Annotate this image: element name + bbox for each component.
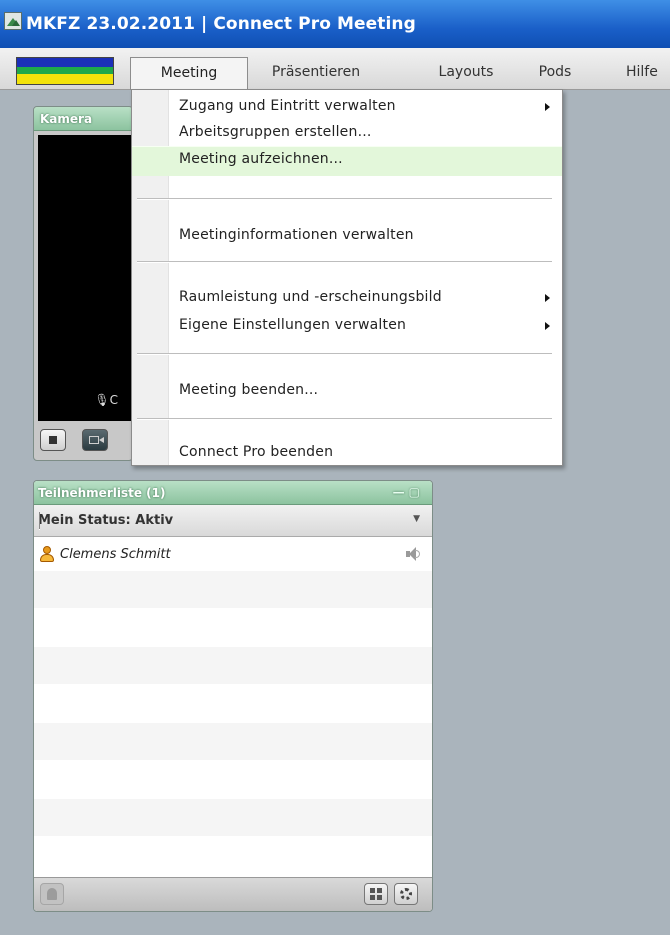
- submenu-arrow-icon: [545, 322, 550, 330]
- list-row: [34, 799, 432, 837]
- list-row: [34, 837, 432, 875]
- menu-praesentieren[interactable]: Präsentieren: [258, 57, 374, 90]
- view-options-button[interactable]: [364, 883, 388, 905]
- participant-name: Clemens Schmitt: [60, 547, 171, 562]
- grid-icon: [370, 888, 382, 900]
- pod-window-controls[interactable]: —▢: [393, 485, 424, 499]
- participants-pod-header: Teilnehmerliste (1) —▢: [34, 481, 432, 505]
- menu-item-label: Meeting aufzeichnen...: [179, 151, 343, 167]
- pod-options-button[interactable]: [394, 883, 418, 905]
- menu-item-label: Arbeitsgruppen erstellen...: [179, 124, 372, 140]
- menu-layouts[interactable]: Layouts: [428, 57, 504, 90]
- menu-separator: [137, 198, 552, 200]
- list-row: [34, 761, 432, 799]
- camera-pod-title: Kamera: [34, 107, 132, 131]
- my-status-dropdown[interactable]: Mein Status: Aktiv ▼: [34, 505, 432, 537]
- list-row: [34, 571, 432, 609]
- meeting-menu-dropdown: Zugang und Eintritt verwalten Arbeitsgru…: [131, 89, 563, 466]
- menu-separator: [137, 261, 552, 263]
- start-camera-button[interactable]: [82, 429, 108, 451]
- menu-item-eigene-einstellungen[interactable]: Eigene Einstellungen verwalten: [132, 313, 562, 339]
- person-icon: [47, 888, 57, 900]
- list-row: [34, 723, 432, 761]
- speaker-icon[interactable]: [404, 546, 420, 562]
- menu-item-label: Eigene Einstellungen verwalten: [179, 317, 407, 333]
- menu-item-meetinginformationen[interactable]: Meetinginformationen verwalten: [132, 223, 562, 249]
- menu-meeting[interactable]: Meeting: [130, 57, 248, 90]
- list-row: [34, 609, 432, 647]
- dropdown-divider: [39, 512, 40, 530]
- stop-camera-button[interactable]: [40, 429, 66, 451]
- menu-pods[interactable]: Pods: [530, 57, 580, 90]
- camera-video: 🎙C: [38, 135, 134, 421]
- meeting-room-icon: [4, 12, 22, 30]
- host-icon: [39, 546, 55, 562]
- menu-item-arbeitsgruppen[interactable]: Arbeitsgruppen erstellen...: [132, 120, 562, 146]
- menu-item-meeting-aufzeichnen[interactable]: Meeting aufzeichnen...: [132, 146, 562, 176]
- menu-item-label: Meeting beenden...: [179, 382, 319, 398]
- menu-item-label: Zugang und Eintritt verwalten: [179, 98, 396, 114]
- title-bar: MKFZ 23.02.2011 | Connect Pro Meeting: [0, 0, 670, 48]
- microphone-icon: 🎙C: [94, 393, 118, 407]
- my-status-label: Mein Status: Aktiv: [38, 513, 174, 528]
- status-color-icon: [16, 57, 114, 85]
- menu-item-label: Connect Pro beenden: [179, 444, 334, 460]
- menu-item-meeting-beenden[interactable]: Meeting beenden...: [132, 378, 562, 404]
- menu-item-zugang-verwalten[interactable]: Zugang und Eintritt verwalten: [132, 94, 562, 120]
- menu-hilfe[interactable]: Hilfe: [626, 57, 670, 90]
- window-title: MKFZ 23.02.2011 | Connect Pro Meeting: [26, 14, 416, 34]
- menu-item-connect-pro-beenden[interactable]: Connect Pro beenden: [132, 440, 562, 466]
- participants-pod-title: Teilnehmerliste (1): [38, 486, 166, 500]
- stop-icon: [49, 436, 57, 444]
- menu-bar: Meeting Präsentieren Layouts Pods Hilfe: [0, 48, 670, 90]
- gear-icon: [400, 888, 412, 900]
- camera-mic-label: C: [109, 393, 118, 407]
- menu-separator: [137, 418, 552, 420]
- submenu-arrow-icon: [545, 294, 550, 302]
- participant-list: Clemens Schmitt: [34, 539, 432, 875]
- participants-pod-footer: [34, 877, 432, 911]
- menu-separator: [137, 353, 552, 355]
- menu-item-raumleistung[interactable]: Raumleistung und -erscheinungsbild: [132, 285, 562, 311]
- participants-pod: Teilnehmerliste (1) —▢ Mein Status: Akti…: [33, 480, 433, 912]
- video-camera-icon: [89, 436, 104, 444]
- participant-row[interactable]: Clemens Schmitt: [34, 539, 432, 571]
- submenu-arrow-icon: [545, 103, 550, 111]
- promote-user-button[interactable]: [40, 883, 64, 905]
- menu-item-label: Raumleistung und -erscheinungsbild: [179, 289, 442, 305]
- list-row: [34, 647, 432, 685]
- chevron-down-icon[interactable]: ▼: [413, 514, 420, 524]
- camera-pod: Kamera 🎙C: [33, 106, 134, 461]
- list-row: [34, 685, 432, 723]
- menu-item-label: Meetinginformationen verwalten: [179, 227, 414, 243]
